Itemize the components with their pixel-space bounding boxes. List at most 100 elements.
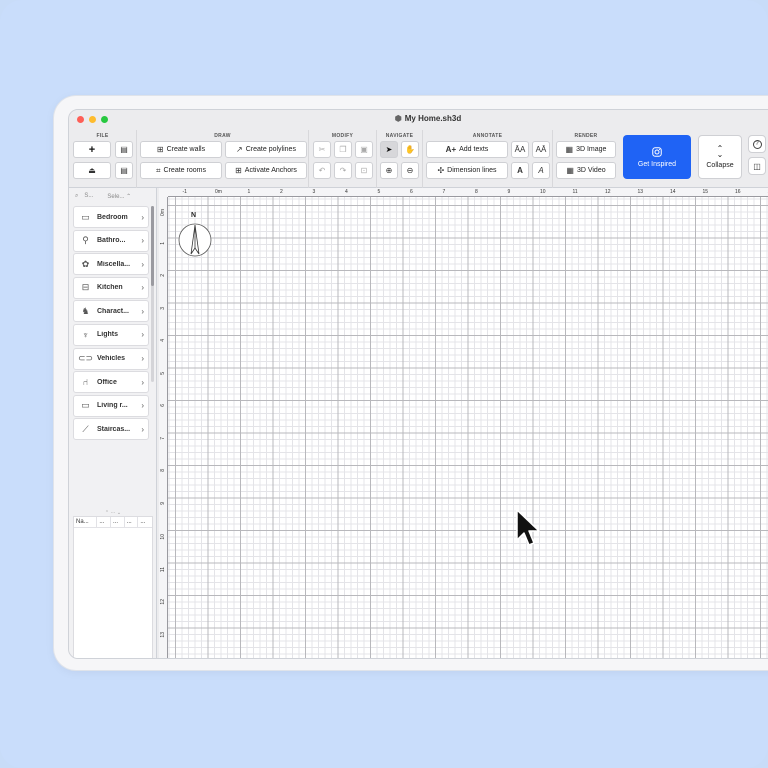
import-furniture-button[interactable]: ⏏: [73, 162, 111, 179]
bed-icon: ▭: [81, 211, 90, 222]
book-button[interactable]: ◫: [748, 157, 766, 175]
draw-group: DRAW ⊞ Create walls ↗ Create polylines ⌗ Cr…: [137, 130, 309, 188]
chevron-right-icon: ›: [141, 212, 144, 222]
add-texts-button[interactable]: A+ Add texts: [426, 141, 508, 158]
dimension-lines-button[interactable]: ✣ Dimension lines: [426, 162, 508, 179]
category-living-room[interactable]: ▭ Living r... ›: [73, 394, 149, 417]
ruler-tick-label: 6: [160, 404, 166, 407]
chevron-right-icon: ›: [141, 306, 144, 316]
catalog-scrollbar-thumb[interactable]: [151, 206, 154, 286]
zoom-out-button[interactable]: ⊖: [401, 162, 419, 179]
compass-rose[interactable]: N: [177, 212, 213, 263]
ruler-tick-label: 9: [160, 501, 166, 505]
activate-anchors-button[interactable]: ⊞ Activate Anchors: [225, 162, 307, 179]
wall-icon: ⊞: [156, 145, 164, 154]
plan-grid[interactable]: [168, 197, 768, 658]
zoom-in-button[interactable]: ⊕: [380, 162, 398, 179]
column-header[interactable]: ...: [111, 517, 125, 527]
decrease-text-size-button[interactable]: ĀA: [511, 141, 529, 158]
column-header[interactable]: ...: [138, 517, 152, 527]
search-input[interactable]: S...: [84, 193, 93, 199]
copy-icon: ❐: [339, 145, 347, 154]
text-smaller-icon: ĀA: [514, 145, 526, 154]
italic-text-button[interactable]: A: [532, 162, 550, 179]
instagram-icon: [652, 146, 662, 157]
ruler-tick-label: 7: [160, 436, 166, 440]
zoom-in-icon: ⊕: [385, 166, 393, 175]
furniture-table-header: Na... ... ... ... ...: [74, 517, 152, 528]
panel-splitter[interactable]: ⌃ ··· ⌄: [73, 511, 153, 516]
category-lights[interactable]: ♆ Lights ›: [73, 323, 149, 346]
chevron-right-icon: ›: [141, 377, 144, 387]
lamp-icon: ♆: [82, 329, 89, 340]
navigate-group: NAVIGATE ➤ ✋ ⊕ ⊖: [377, 130, 423, 188]
catalog-scrollbar[interactable]: [151, 206, 154, 382]
ruler-tick-label: 2: [280, 189, 283, 195]
category-vehicles[interactable]: ⊂⊃ Vehicles ›: [73, 347, 149, 370]
video-icon: ▦: [566, 166, 574, 175]
new-home-button[interactable]: +: [73, 141, 111, 158]
ruler-tick-label: 10: [160, 534, 166, 540]
save-button[interactable]: ▤: [115, 141, 133, 158]
3d-image-button[interactable]: ▦ 3D Image: [556, 141, 616, 158]
collapse-button[interactable]: ⌃ ⌄ Collapse: [698, 135, 742, 179]
export-button[interactable]: ▤: [115, 162, 133, 179]
undo-icon: ↶: [318, 166, 326, 175]
column-header[interactable]: ...: [97, 517, 111, 527]
3d-video-button[interactable]: ▦ 3D Video: [556, 162, 616, 179]
room-icon: ⌗: [156, 165, 161, 175]
chevron-right-icon: ›: [141, 401, 144, 411]
cut-button[interactable]: ✂: [313, 141, 331, 158]
file-group: FILE + ▤ ⏏ ▤: [69, 130, 137, 188]
plus-icon: +: [88, 143, 96, 156]
sofa-icon: ▭: [81, 400, 90, 411]
ruler-tick-label: 3: [312, 189, 316, 195]
chevron-right-icon: ›: [141, 424, 144, 434]
dimension-icon: ✣: [437, 166, 445, 175]
column-header-name[interactable]: Na...: [74, 517, 98, 527]
category-bedroom[interactable]: ▭ Bedroom ›: [73, 206, 149, 228]
undo-button[interactable]: ↶: [313, 162, 331, 179]
category-staircases[interactable]: ⟋ Staircas... ›: [73, 418, 149, 441]
car-icon: ⊂⊃: [78, 353, 94, 364]
bold-text-button[interactable]: A: [511, 162, 529, 179]
ruler-tick-label: 0m: [215, 189, 222, 195]
redo-button[interactable]: ↷: [334, 162, 352, 179]
column-header[interactable]: ...: [125, 517, 139, 527]
ruler-tick-label: 9: [507, 189, 511, 195]
app-window: ⬢ My Home.sh3d FILE + ▤ ⏏ ▤ DRAW ⊞ Create …: [68, 109, 768, 659]
ruler-tick-label: 0m: [160, 209, 166, 216]
category-characters[interactable]: ♞ Charact... ›: [73, 300, 149, 323]
copy-button[interactable]: ❐: [334, 141, 352, 158]
chevron-right-icon: ›: [141, 236, 144, 246]
increase-text-size-button[interactable]: AĀ: [532, 141, 550, 158]
zoom-out-icon: ⊖: [406, 166, 414, 175]
pan-mode-button[interactable]: ✋: [401, 141, 419, 158]
category-bathroom[interactable]: ⚲ Bathro... ›: [73, 229, 149, 252]
anchor-icon: ⊞: [235, 166, 242, 175]
window-title: ⬢ My Home.sh3d: [394, 114, 462, 123]
chevron-up-down-icon: ⌃ ⌄: [716, 143, 724, 159]
category-office[interactable]: ⑁ Office ›: [73, 371, 149, 394]
category-kitchen[interactable]: ⊟ Kitchen ›: [73, 276, 149, 299]
create-rooms-button[interactable]: ⌗ Create rooms: [140, 162, 222, 179]
get-inspired-button[interactable]: Get Inspired: [623, 135, 691, 179]
furniture-table: Na... ... ... ... ...: [73, 516, 153, 658]
text-larger-icon: AĀ: [535, 145, 547, 154]
select-dropdown[interactable]: Sele... ⌃: [107, 193, 131, 200]
render-group-title: RENDER: [574, 133, 598, 139]
import-icon: ⏏: [88, 166, 96, 175]
ruler-corner: [159, 188, 168, 197]
ruler-tick-label: 1: [247, 189, 251, 195]
vertical-ruler: 0m1234567891011121314: [159, 197, 168, 658]
help-button[interactable]: ?: [748, 135, 766, 153]
hand-icon: ✋: [405, 145, 415, 154]
create-walls-button[interactable]: ⊞ Create walls: [140, 141, 222, 158]
select-mode-button[interactable]: ➤: [380, 141, 398, 158]
plan-view[interactable]: -2-10m123456789101112131415161718 0m1234…: [159, 188, 768, 658]
paste-style-button[interactable]: ⊡: [355, 162, 373, 179]
paste-button[interactable]: ▣: [355, 141, 373, 158]
render-group: RENDER ▦ 3D Image ▦ 3D Video: [553, 130, 619, 188]
category-miscellaneous[interactable]: ✿ Miscella... ›: [73, 253, 149, 276]
create-polylines-button[interactable]: ↗ Create polylines: [225, 141, 307, 158]
